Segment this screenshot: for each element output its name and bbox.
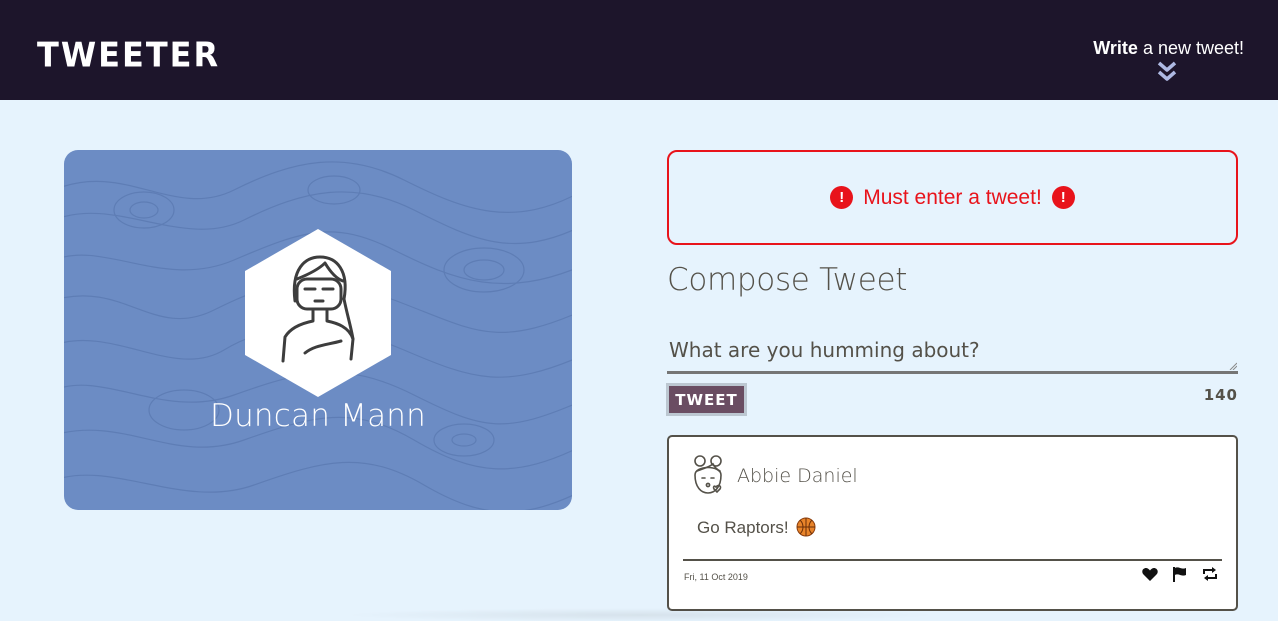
- heart-icon[interactable]: [1141, 565, 1159, 583]
- write-new-tweet-link[interactable]: Write a new tweet!: [1093, 38, 1244, 59]
- character-counter: 140: [1203, 386, 1238, 404]
- resize-grip-icon[interactable]: [1229, 362, 1237, 370]
- tweet-date: Fri, 11 Oct 2019: [684, 572, 748, 582]
- tweet-submit-button[interactable]: TWEET: [666, 383, 747, 416]
- tweet-author: Abbie Daniel: [737, 465, 858, 487]
- tweet-text-container: Go Raptors!: [697, 517, 816, 538]
- compose-title: Compose Tweet: [667, 262, 908, 298]
- tweet-card: Abbie Daniel Go Raptors! Fri, 11 Oct 201…: [667, 435, 1238, 611]
- write-rest-label: a new tweet!: [1137, 38, 1244, 58]
- double-chevron-down-icon[interactable]: [1156, 60, 1178, 82]
- tweet-text: Go Raptors!: [697, 518, 794, 537]
- alert-icon: !: [830, 186, 854, 209]
- error-message-box: ! Must enter a tweet! !: [667, 150, 1238, 245]
- profile-avatar: [245, 229, 391, 397]
- bottom-shadow: [340, 608, 940, 621]
- user-avatar: [694, 455, 722, 494]
- write-bold-label: Write: [1093, 38, 1138, 58]
- top-nav: TWEETER Write a new tweet!: [0, 0, 1278, 100]
- retweet-icon[interactable]: [1201, 565, 1219, 583]
- alert-icon: !: [1051, 186, 1075, 209]
- basketball-icon: [796, 517, 816, 537]
- profile-name: Duncan Mann: [210, 398, 426, 434]
- flag-icon[interactable]: [1171, 565, 1189, 583]
- brand-logo[interactable]: TWEETER: [37, 35, 220, 75]
- error-text: Must enter a tweet!: [863, 185, 1042, 209]
- tweet-textarea[interactable]: [667, 334, 1238, 374]
- tweet-divider: [683, 559, 1222, 561]
